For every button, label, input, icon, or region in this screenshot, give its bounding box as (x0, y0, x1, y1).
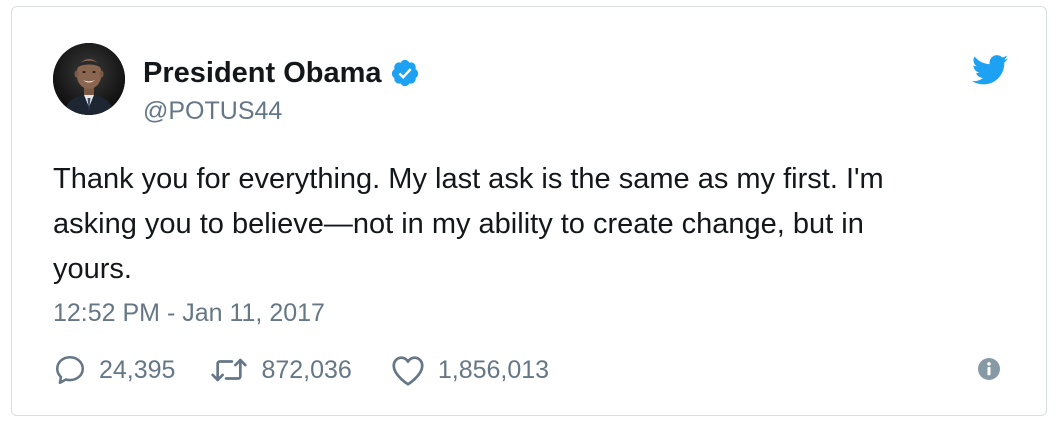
retweet-count: 872,036 (261, 356, 352, 384)
heart-icon (392, 356, 424, 386)
like-count: 1,856,013 (437, 356, 550, 384)
retweet-icon (211, 358, 248, 382)
like-button[interactable]: 1,856,013 (390, 353, 549, 387)
info-icon[interactable] (978, 358, 1000, 380)
tweet-card: President Obama @POTUS44 Thank you for e… (11, 6, 1047, 416)
profile-photo (53, 43, 125, 115)
tweet-text: Thank you for everything. My last ask is… (53, 163, 884, 285)
author-handle[interactable]: @POTUS44 (143, 97, 282, 125)
avatar[interactable] (53, 43, 125, 115)
reply-button[interactable]: 24,395 (53, 353, 175, 387)
reply-icon (55, 355, 85, 385)
author-name[interactable]: President Obama (143, 57, 420, 89)
display-name[interactable]: President Obama (143, 57, 382, 89)
tweet-timestamp[interactable]: 12:52 PM - Jan 11, 2017 (53, 298, 325, 328)
retweet-button[interactable]: 872,036 (209, 353, 352, 387)
tweet-actions: 24,395 872,036 1,856,013 (53, 352, 549, 388)
reply-count: 24,395 (99, 356, 176, 384)
twitter-bird-icon[interactable] (972, 55, 1008, 85)
verified-badge-icon (391, 59, 418, 87)
